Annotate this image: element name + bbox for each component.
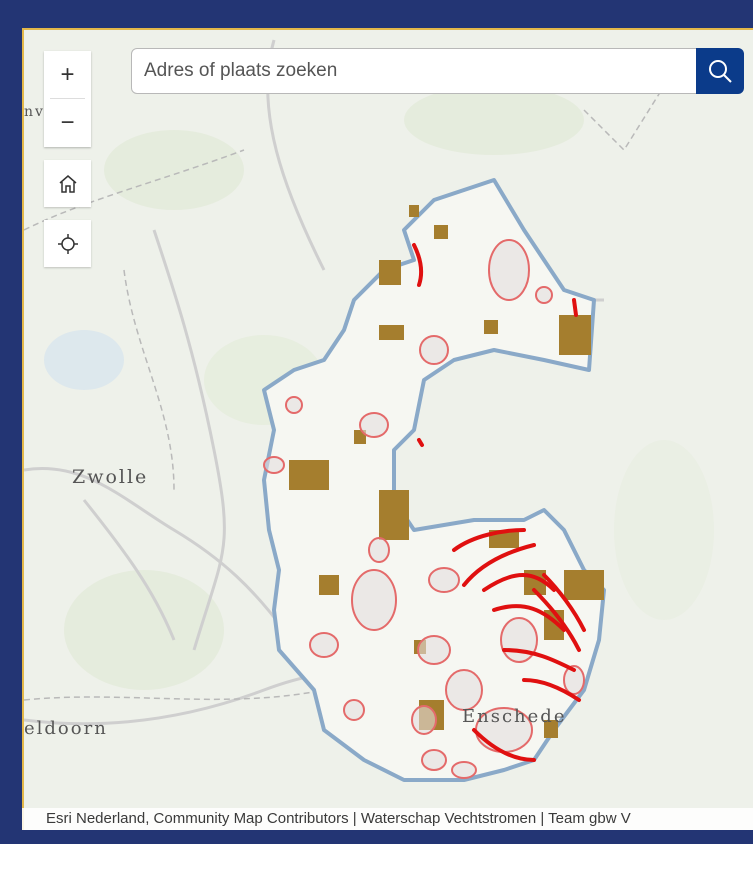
map-view[interactable]: Zwolle Enschede eldoorn nv [22,28,753,830]
locate-button[interactable] [44,220,91,267]
place-label-zwolle: Zwolle [72,466,149,488]
search-input[interactable] [132,49,696,93]
crosshair-icon [57,233,78,254]
zoom-controls: + − [44,51,91,147]
place-label-partial: nv [24,104,45,120]
map-attribution: Esri Nederland, Community Map Contributo… [22,808,753,830]
search-box [131,48,697,94]
zoom-out-button[interactable]: − [44,99,91,146]
map-canvas[interactable] [24,30,753,830]
place-label-enschede: Enschede [462,706,567,727]
search-icon [709,60,732,83]
home-button[interactable] [44,160,91,207]
place-label-apeldoorn: eldoorn [24,718,108,739]
search-button[interactable] [696,48,744,94]
zoom-in-button[interactable]: + [44,51,91,98]
home-icon [59,174,76,193]
